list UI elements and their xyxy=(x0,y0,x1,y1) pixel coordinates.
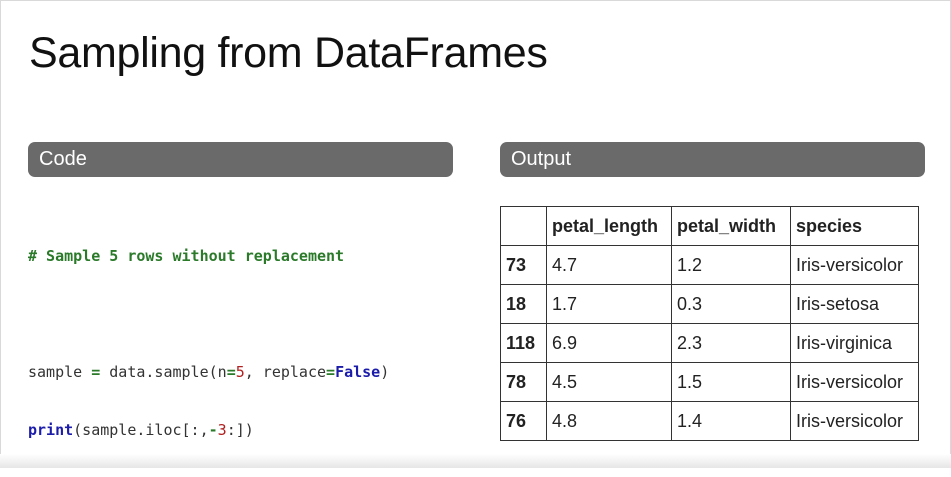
table-cell: Iris-versicolor xyxy=(790,362,919,402)
slide-title: Sampling from DataFrames xyxy=(29,29,548,77)
table-row: 73 4.7 1.2 Iris-versicolor xyxy=(500,245,919,285)
code-keyword: False xyxy=(335,363,381,381)
row-index: 78 xyxy=(500,362,547,402)
code-operator: - xyxy=(208,421,218,439)
slide: Sampling from DataFrames Code Output # S… xyxy=(0,0,951,468)
code-block: # Sample 5 rows without replacement samp… xyxy=(28,209,389,477)
code-token: sample xyxy=(28,363,92,381)
table-cell: 4.8 xyxy=(546,401,672,441)
code-keyword: print xyxy=(28,421,74,439)
code-token: :]) xyxy=(226,421,254,439)
code-header-bar: Code xyxy=(28,142,453,177)
table-cell: 4.5 xyxy=(546,362,672,402)
column-header-index xyxy=(500,206,547,246)
table-cell: 1.5 xyxy=(671,362,791,402)
table-row: 118 6.9 2.3 Iris-virginica xyxy=(500,323,919,363)
row-index: 73 xyxy=(500,245,547,285)
table-row: 18 1.7 0.3 Iris-setosa xyxy=(500,284,919,324)
code-operator: = xyxy=(226,363,236,381)
output-table: petal_length petal_width species 73 4.7 … xyxy=(500,206,919,441)
row-index: 76 xyxy=(500,401,547,441)
column-header: petal_width xyxy=(671,206,791,246)
column-header: petal_length xyxy=(546,206,672,246)
output-header-bar: Output xyxy=(500,142,925,177)
row-index: 118 xyxy=(500,323,547,363)
column-header: species xyxy=(790,206,919,246)
code-operator: = xyxy=(326,363,336,381)
code-number: 5 xyxy=(235,363,245,381)
code-token: data.sample(n xyxy=(100,363,227,381)
table-cell: 1.4 xyxy=(671,401,791,441)
table-cell: Iris-virginica xyxy=(790,323,919,363)
code-line-sample: sample = data.sample(n=5, replace=False) xyxy=(28,361,389,383)
code-token: (sample.iloc[:, xyxy=(73,421,209,439)
table-cell: Iris-setosa xyxy=(790,284,919,324)
table-row: 76 4.8 1.4 Iris-versicolor xyxy=(500,401,919,441)
table-header-row: petal_length petal_width species xyxy=(500,206,919,246)
table-cell: Iris-versicolor xyxy=(790,245,919,285)
table-cell: 1.2 xyxy=(671,245,791,285)
table-cell: 4.7 xyxy=(546,245,672,285)
table-cell: 1.7 xyxy=(546,284,672,324)
code-line-print: print(sample.iloc[:,-3:]) xyxy=(28,419,389,441)
code-comment: # Sample 5 rows without replacement xyxy=(28,247,345,265)
table-cell: 6.9 xyxy=(546,323,672,363)
code-token: ) xyxy=(380,363,390,381)
code-token: , replace xyxy=(244,363,327,381)
table-cell: 2.3 xyxy=(671,323,791,363)
slide-bottom-edge xyxy=(0,454,951,468)
row-index: 18 xyxy=(500,284,547,324)
table-row: 78 4.5 1.5 Iris-versicolor xyxy=(500,362,919,402)
code-operator: = xyxy=(91,363,101,381)
table-cell: 0.3 xyxy=(671,284,791,324)
code-number: 3 xyxy=(217,421,227,439)
table-cell: Iris-versicolor xyxy=(790,401,919,441)
